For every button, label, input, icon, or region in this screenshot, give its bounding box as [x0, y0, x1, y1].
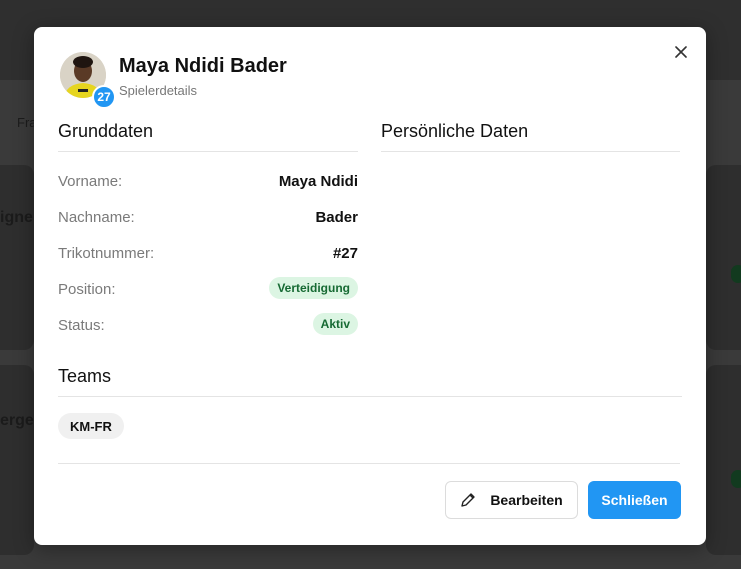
pencil-icon	[461, 493, 476, 507]
close-icon	[675, 46, 687, 58]
background-status-dot	[731, 470, 741, 488]
divider	[381, 151, 680, 152]
label-first-name: Vorname:	[58, 173, 123, 190]
close-button-label: Schließen	[601, 492, 668, 508]
background-card	[0, 365, 34, 555]
background-card	[0, 165, 34, 350]
jersey-number-badge: 27	[92, 85, 116, 109]
dialog-subtitle: Spielerdetails	[119, 83, 198, 98]
label-status: Status:	[58, 317, 105, 334]
section-title-basic: Grunddaten	[58, 121, 154, 141]
background-status-dot	[731, 265, 741, 283]
divider	[58, 396, 682, 397]
close-dialog-button[interactable]: Schließen	[588, 481, 681, 519]
label-last-name: Nachname:	[58, 209, 135, 226]
background-card-title: igne	[0, 209, 33, 226]
edit-button[interactable]: Bearbeiten	[445, 481, 578, 519]
section-title-personal: Persönliche Daten	[381, 121, 529, 141]
player-name: Maya Ndidi Bader	[119, 55, 287, 77]
close-button[interactable]	[670, 41, 692, 63]
section-title-teams: Teams	[58, 366, 112, 386]
value-jersey-number: #27	[332, 245, 358, 262]
background-card-title: erge	[0, 412, 34, 429]
divider	[58, 151, 358, 152]
background-card	[706, 365, 741, 555]
label-jersey-number: Trikotnummer:	[58, 245, 155, 262]
value-last-name: Bader	[315, 209, 358, 226]
label-position: Position:	[58, 281, 116, 298]
background-card	[706, 165, 741, 350]
team-chip[interactable]: KM-FR	[58, 413, 124, 439]
status-badge: Aktiv	[312, 313, 358, 335]
value-first-name: Maya Ndidi	[278, 173, 358, 190]
position-badge: Verteidigung	[269, 277, 358, 299]
player-details-dialog: 27 Maya Ndidi Bader Spielerdetails Grund…	[34, 27, 706, 545]
footer-divider	[58, 463, 680, 464]
edit-button-label: Bearbeiten	[490, 492, 563, 508]
